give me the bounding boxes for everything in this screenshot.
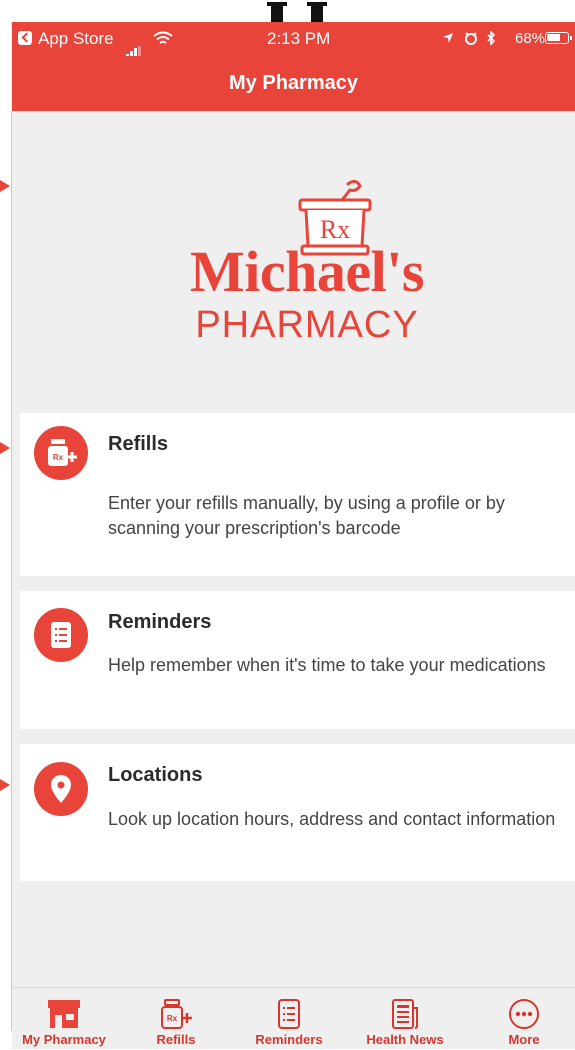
signal-icon [126, 24, 142, 58]
top-cropped-strip [0, 0, 575, 22]
list-icon [278, 999, 300, 1029]
rx-bottle-icon: Rx [161, 999, 192, 1029]
store-icon [48, 1000, 80, 1028]
location-arrow-icon [443, 33, 453, 43]
tab-label: More [508, 1032, 540, 1047]
reminders-description: Help remember when it's time to take you… [108, 655, 546, 675]
tab-my-pharmacy[interactable]: My Pharmacy [12, 988, 116, 1050]
back-to-app[interactable]: App Store [18, 22, 173, 58]
more-icon [509, 999, 539, 1029]
status-bar: App Store 2:13 PM 68% [12, 22, 575, 58]
tab-label: Refills [156, 1032, 196, 1047]
tab-health-news[interactable]: Health News [350, 988, 460, 1050]
status-icons [442, 22, 496, 56]
newspaper-icon [392, 999, 418, 1029]
reminders-title: Reminders [108, 611, 212, 633]
alarm-icon [465, 32, 478, 45]
edge-arrow-icon [0, 180, 10, 192]
locations-description: Look up location hours, address and cont… [108, 809, 556, 829]
locations-card[interactable]: Locations Look up location hours, addres… [20, 744, 575, 881]
location-pin-icon [34, 762, 88, 816]
battery-icon [545, 32, 572, 44]
svg-text:Rx: Rx [53, 453, 64, 462]
tab-bar: My Pharmacy Rx Refills Reminders Health … [12, 987, 575, 1049]
tab-refills[interactable]: Rx Refills [124, 988, 228, 1050]
reminders-card[interactable]: Reminders Help remember when it's time t… [20, 591, 575, 729]
bluetooth-icon [487, 30, 496, 46]
tab-reminders[interactable]: Reminders [237, 988, 341, 1050]
logo-name: Michael's [190, 239, 424, 304]
refills-title: Refills [108, 433, 169, 455]
battery-percent: 68% [515, 30, 546, 47]
edge-arrow-icon [0, 442, 10, 454]
logo-subtitle: PHARMACY [195, 304, 419, 346]
edge-arrow-icon [0, 779, 10, 791]
locations-title: Locations [108, 764, 203, 786]
page-title: My Pharmacy [229, 72, 358, 94]
svg-text:Rx: Rx [167, 1014, 178, 1023]
top-cropped-mark [267, 2, 287, 22]
tab-label: My Pharmacy [22, 1032, 106, 1047]
top-cropped-mark [307, 2, 327, 22]
back-arrow-icon [18, 31, 32, 45]
tab-label: Reminders [255, 1032, 323, 1047]
tab-label: Health News [366, 1032, 444, 1047]
refills-description: Enter your refills manually, by using a … [108, 493, 505, 538]
wifi-icon [153, 31, 173, 44]
rx-bottle-icon: Rx [34, 426, 88, 480]
status-time: 2:13 PM [267, 29, 331, 48]
list-icon [34, 608, 88, 662]
tab-more[interactable]: More [474, 988, 574, 1050]
refills-card[interactable]: Rx Refills Enter your refills manually, … [20, 413, 575, 576]
back-app-label: App Store [38, 29, 114, 48]
